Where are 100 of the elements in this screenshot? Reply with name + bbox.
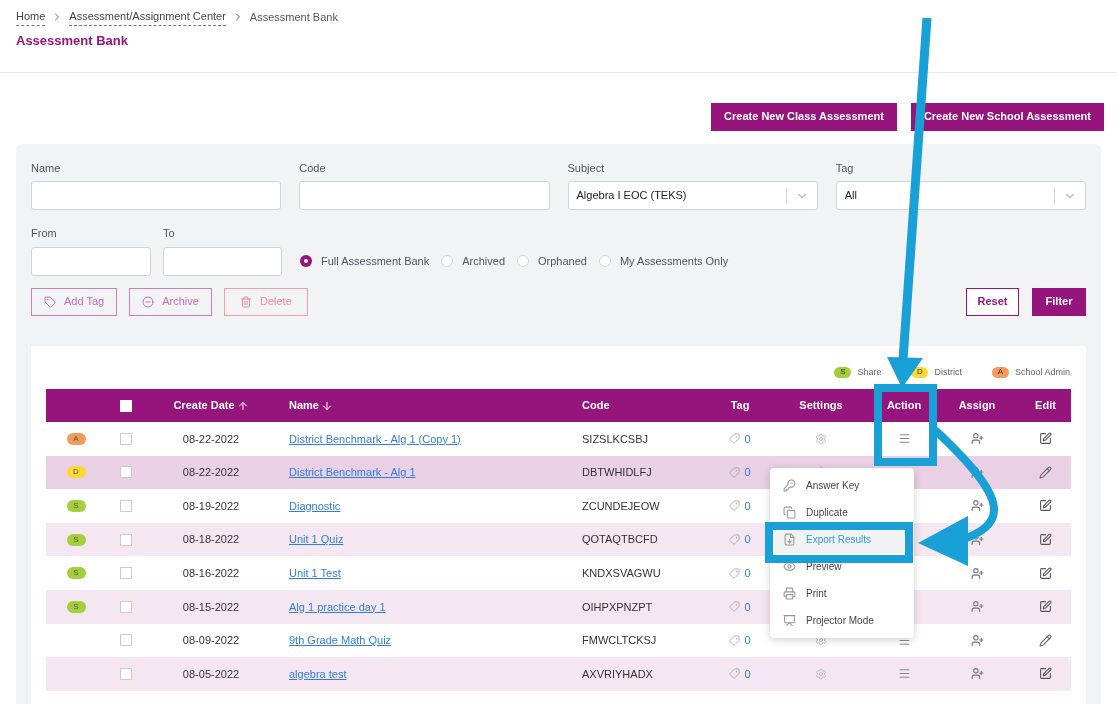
input-field[interactable] <box>31 246 151 276</box>
column-header: Assign <box>958 398 996 414</box>
row-checkbox[interactable] <box>120 634 132 647</box>
input-field[interactable] <box>163 246 282 276</box>
assessment-link[interactable]: District Benchmark - Alg 1 <box>289 466 416 479</box>
radio-button[interactable] <box>300 255 312 267</box>
menu-item[interactable]: Print <box>775 580 909 607</box>
presentation-icon <box>783 614 796 627</box>
tag-icon <box>729 634 741 646</box>
tag-count[interactable]: 0 <box>744 430 751 448</box>
menu-item[interactable]: Answer Key <box>775 472 909 499</box>
tag-count[interactable]: 0 <box>744 531 751 548</box>
edit-icon[interactable] <box>1039 566 1052 580</box>
column-header: Code <box>582 398 610 414</box>
menu-icon[interactable] <box>897 667 911 681</box>
row-checkbox[interactable] <box>120 500 132 512</box>
edit-icon[interactable] <box>1039 667 1052 681</box>
field-label: To <box>163 226 176 241</box>
select-all-checkbox[interactable] <box>120 399 132 412</box>
radio-button[interactable] <box>598 255 611 267</box>
assessment-link[interactable]: Diagnostic <box>289 499 341 512</box>
row-checkbox[interactable] <box>120 466 132 479</box>
radio-label: My Assessments Only <box>619 253 729 269</box>
edit-icon[interactable] <box>1039 533 1052 547</box>
breadcrumb-link[interactable]: Home <box>16 8 46 26</box>
pencil-icon[interactable] <box>1039 633 1052 647</box>
owner-letter: S <box>66 600 86 613</box>
reset-button[interactable]: Reset <box>966 287 1019 316</box>
delete-button[interactable]: Delete <box>223 287 308 316</box>
filter-button[interactable]: Filter <box>1032 287 1086 316</box>
date-cell-text: 08-22-2022 <box>181 431 241 447</box>
assessment-link[interactable]: algebra test <box>289 667 347 680</box>
edit-icon[interactable] <box>1039 432 1052 446</box>
user-plus-icon[interactable] <box>970 432 984 446</box>
create-assessment-button[interactable]: Create New Class Assessment <box>711 102 897 131</box>
code-cell-text: FMWCLTCKSJ <box>581 633 658 649</box>
legend-label: Share <box>857 365 882 379</box>
code-cell-text: AXVRIYHADX <box>581 666 654 682</box>
input-field[interactable] <box>31 181 282 210</box>
assessment-link[interactable]: Unit 1 Quiz <box>289 533 344 546</box>
tag-count[interactable]: 0 <box>744 564 751 582</box>
sort-down-icon <box>320 399 333 412</box>
user-plus-icon[interactable] <box>970 667 984 681</box>
tag-icon <box>729 466 741 478</box>
edit-icon[interactable] <box>1039 600 1052 614</box>
date-cell-text: 08-05-2022 <box>181 666 241 682</box>
date-cell-text: 08-16-2022 <box>181 565 241 581</box>
row-checkbox[interactable] <box>120 567 132 580</box>
breadcrumb-link[interactable]: Assessment/Assignment Center <box>69 8 226 26</box>
owner-letter: S <box>66 533 86 546</box>
radio-label: Orphaned <box>538 253 587 269</box>
column-header: Edit <box>1035 398 1056 414</box>
key-icon <box>783 479 796 492</box>
tag-icon <box>729 567 741 579</box>
menu-item[interactable]: Projector Mode <box>775 607 909 634</box>
menu-item[interactable]: Duplicate <box>775 499 909 526</box>
legend-label: School Admin <box>1014 365 1070 379</box>
code-cell-text: DBTWHIDLFJ <box>581 465 653 481</box>
file-download-icon <box>783 533 796 546</box>
settings-icon[interactable] <box>815 432 827 445</box>
column-header[interactable]: Name <box>289 397 333 414</box>
user-plus-icon[interactable] <box>970 633 984 647</box>
copy-icon <box>783 506 796 519</box>
user-plus-icon[interactable] <box>970 600 984 614</box>
select-field[interactable]: All <box>835 181 1086 210</box>
archive-button[interactable]: Archive <box>129 287 212 316</box>
row-checkbox[interactable] <box>120 600 132 613</box>
tag-icon <box>729 668 741 680</box>
assessment-link[interactable]: Alg 1 practice day 1 <box>289 600 386 613</box>
tag-count[interactable]: 0 <box>744 464 751 481</box>
radio-button[interactable] <box>441 255 454 267</box>
tag-icon <box>729 500 741 512</box>
date-cell-text: 08-19-2022 <box>181 498 241 514</box>
user-plus-icon[interactable] <box>970 499 984 513</box>
code-cell-text: QOTAQTBCFD <box>581 532 659 548</box>
select-field[interactable]: Algebra I EOC (TEKS) <box>567 181 818 210</box>
tag-icon <box>729 534 741 546</box>
user-plus-icon[interactable] <box>970 566 984 580</box>
edit-icon[interactable] <box>1039 499 1052 513</box>
input-field[interactable] <box>299 181 550 210</box>
assessment-link[interactable]: 9th Grade Math Quiz <box>289 634 392 647</box>
row-checkbox[interactable] <box>120 667 132 680</box>
settings-icon[interactable] <box>815 667 827 680</box>
tag-count[interactable]: 0 <box>744 598 751 615</box>
pencil-icon[interactable] <box>1039 465 1052 479</box>
create-assessment-button[interactable]: Create New School Assessment <box>910 102 1104 131</box>
column-header[interactable]: Create Date <box>173 397 249 414</box>
row-checkbox[interactable] <box>120 533 132 546</box>
tag-count[interactable]: 0 <box>744 497 751 515</box>
tag-count[interactable]: 0 <box>744 665 751 683</box>
tag-button[interactable]: Add Tag <box>31 287 118 316</box>
row-checkbox[interactable] <box>120 432 132 445</box>
assessment-link[interactable]: Unit 1 Test <box>289 566 341 579</box>
radio-button[interactable] <box>517 255 529 267</box>
field-label: Name <box>31 160 62 176</box>
assessment-link[interactable]: District Benchmark - Alg 1 (Copy 1) <box>289 432 461 445</box>
menu-icon[interactable] <box>897 432 911 446</box>
tag-count[interactable]: 0 <box>744 632 751 649</box>
field-label: Code <box>299 160 327 176</box>
radio-label: Full Assessment Bank <box>321 253 430 269</box>
